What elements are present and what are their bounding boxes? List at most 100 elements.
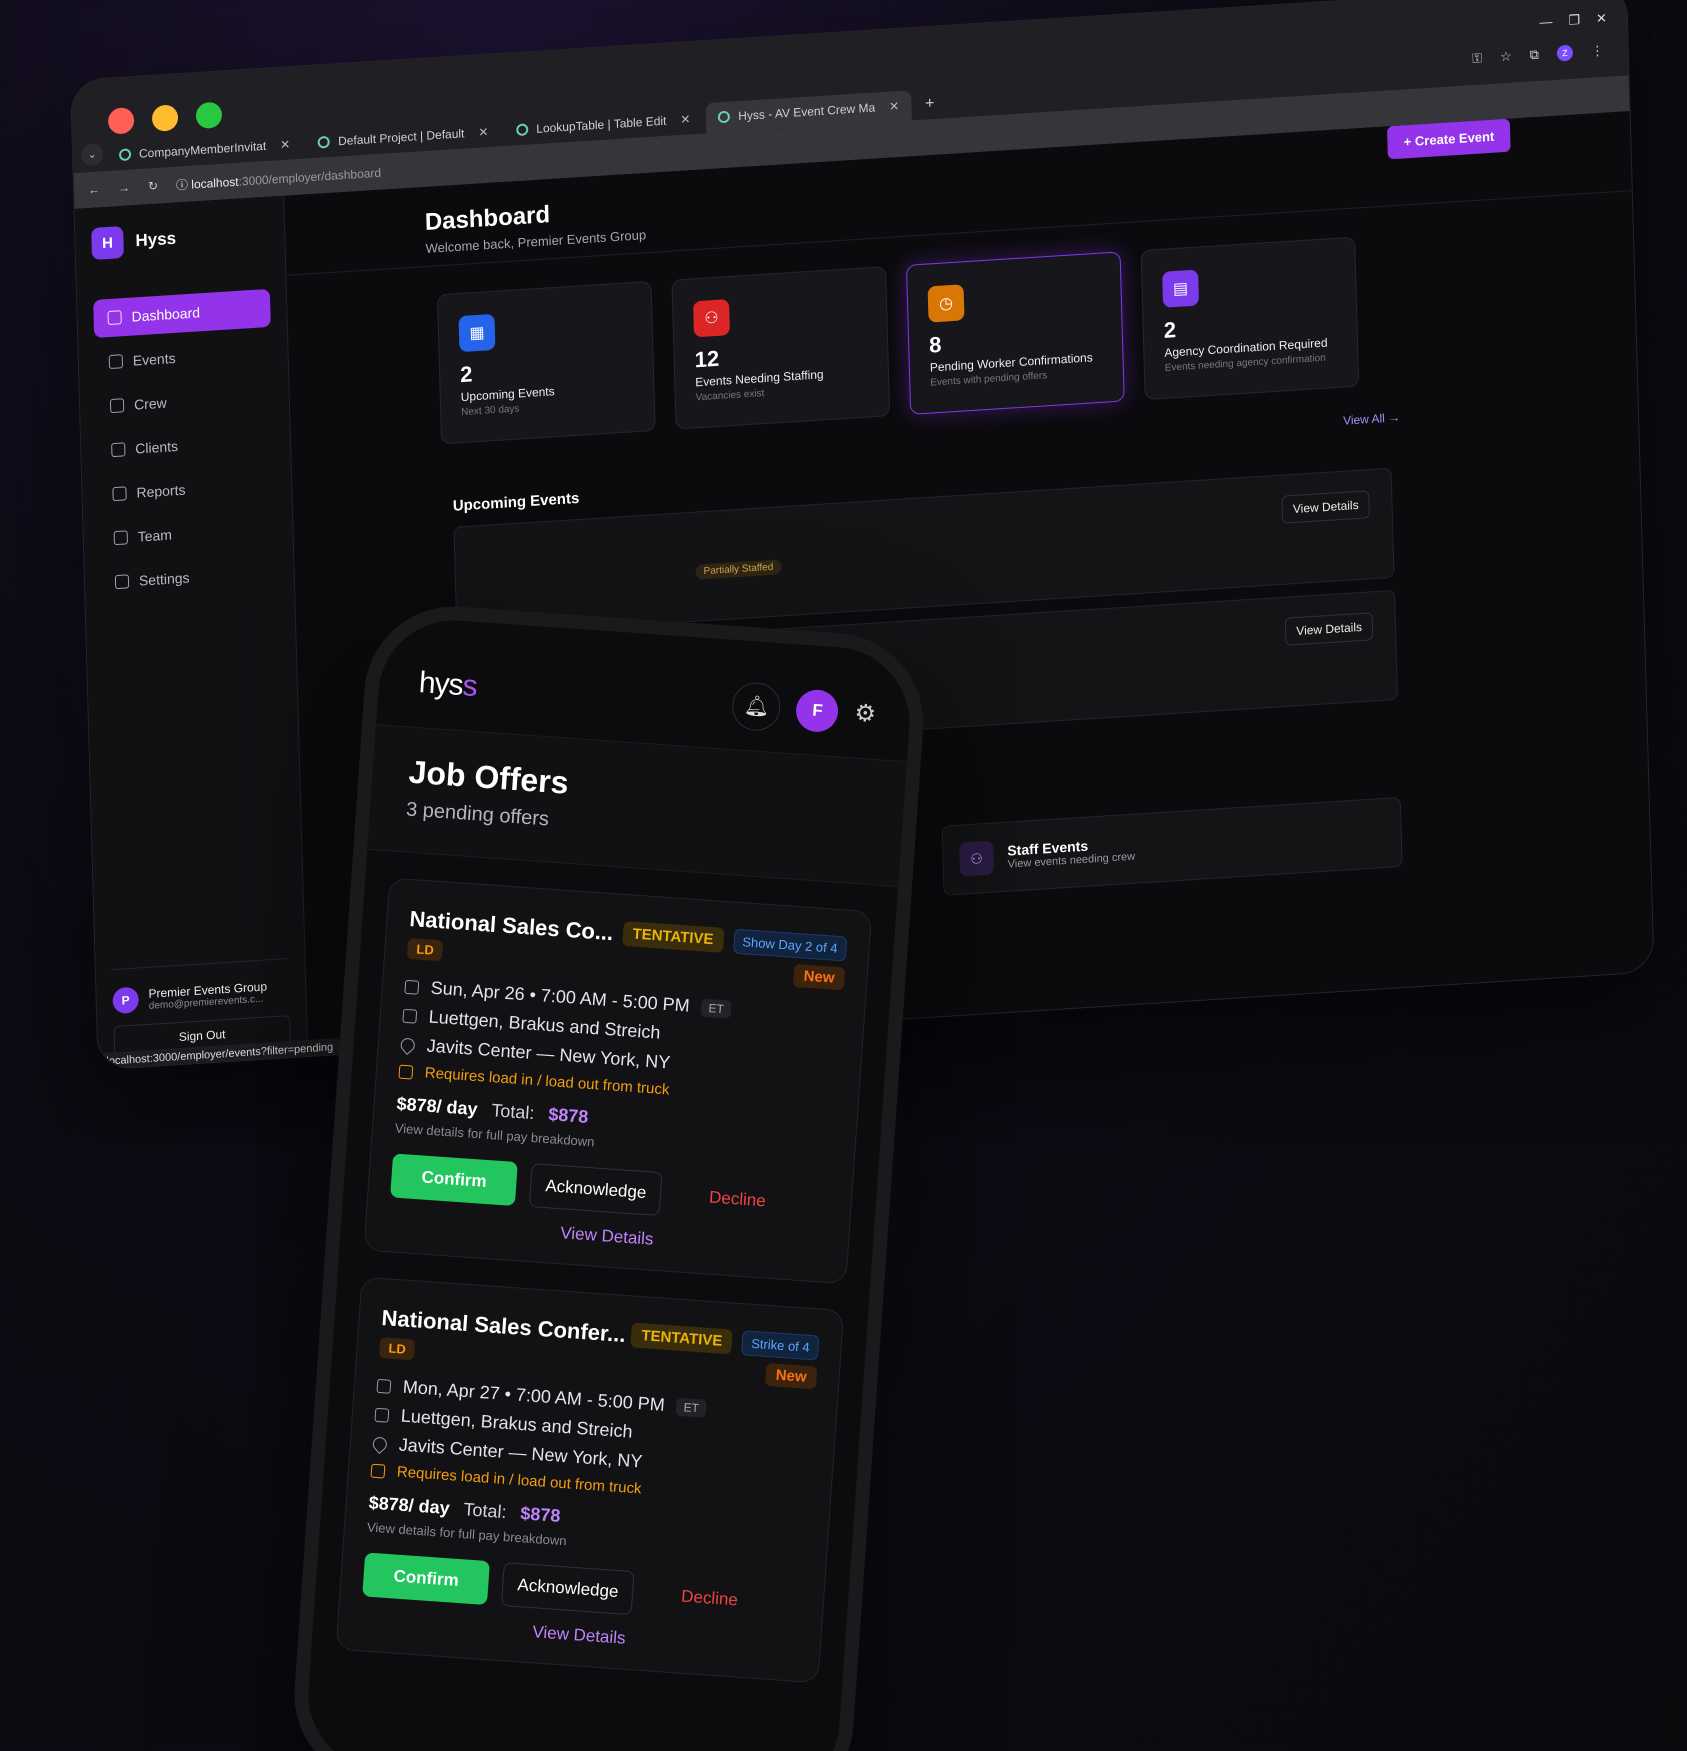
chevron-down-icon[interactable]: ⌄ bbox=[80, 143, 104, 167]
favicon-icon bbox=[516, 123, 529, 137]
sidebar-item-events[interactable]: Events bbox=[94, 333, 272, 382]
status-badge: TENTATIVE bbox=[630, 1322, 734, 1355]
total-label: Total: bbox=[462, 1499, 508, 1523]
brand-name: Hyss bbox=[135, 228, 177, 251]
day-badge: Show Day 2 of 4 bbox=[732, 928, 848, 962]
calendar-icon bbox=[404, 979, 420, 995]
stat-card-agency[interactable]: ▤ 2 Agency Coordination Required Events … bbox=[1140, 236, 1360, 401]
avatar[interactable]: F bbox=[795, 687, 840, 733]
section-title: Upcoming Events bbox=[452, 489, 580, 515]
brand[interactable]: H Hyss bbox=[91, 217, 269, 260]
confirm-button[interactable]: Confirm bbox=[390, 1153, 519, 1207]
extensions-icon[interactable]: ⧉ bbox=[1529, 47, 1539, 64]
sidebar-item-clients[interactable]: Clients bbox=[97, 421, 275, 470]
location-pin-icon bbox=[397, 1034, 418, 1055]
offer-card: National Sales Confer... LD TENTATIVE St… bbox=[335, 1276, 845, 1684]
department-badge: LD bbox=[378, 1336, 416, 1361]
total-amount: $878 bbox=[519, 1503, 562, 1526]
user-profile[interactable]: P Premier Events Group demo@premierevent… bbox=[111, 958, 290, 1015]
sidebar-item-reports[interactable]: Reports bbox=[98, 465, 276, 514]
close-tab-icon[interactable]: ✕ bbox=[889, 99, 899, 114]
view-details-button[interactable]: View Details bbox=[1281, 490, 1370, 524]
close-tab-icon[interactable]: ✕ bbox=[478, 125, 488, 140]
sidebar-item-label: Crew bbox=[133, 394, 167, 413]
close-icon[interactable]: ✕ bbox=[1596, 10, 1607, 27]
logo-accent: s bbox=[461, 668, 478, 703]
maximize-window-button[interactable] bbox=[195, 101, 223, 130]
gear-icon bbox=[114, 574, 130, 590]
brand-logo-icon: H bbox=[91, 225, 124, 260]
day-rate: $878/ day bbox=[368, 1492, 451, 1519]
minimize-window-button[interactable] bbox=[151, 104, 179, 132]
sidebar-item-dashboard[interactable]: Dashboard bbox=[93, 288, 271, 338]
bell-icon[interactable]: 🔔︎ bbox=[731, 680, 783, 732]
gear-icon[interactable]: ⚙ bbox=[853, 699, 877, 729]
url-host: localhost bbox=[191, 174, 239, 192]
chart-icon bbox=[112, 486, 127, 502]
close-window-button[interactable] bbox=[107, 107, 135, 135]
timezone-badge: ET bbox=[700, 998, 732, 1019]
decline-button[interactable]: Decline bbox=[708, 1188, 767, 1212]
close-tab-icon[interactable]: ✕ bbox=[680, 112, 690, 127]
stat-card-upcoming[interactable]: ▦ 2 Upcoming Events Next 30 days bbox=[436, 280, 656, 445]
tab-label: Hyss - AV Event Crew Ma bbox=[738, 100, 876, 124]
calendar-icon: ▦ bbox=[458, 313, 496, 353]
total-label: Total: bbox=[490, 1100, 536, 1124]
sidebar-item-label: Settings bbox=[138, 569, 190, 589]
sidebar: H Hyss Dashboard Events Crew Clients Rep… bbox=[74, 195, 342, 1071]
profile-icon[interactable]: Z bbox=[1556, 44, 1574, 62]
building-icon bbox=[111, 442, 126, 458]
sidebar-item-label: Dashboard bbox=[131, 304, 201, 325]
sidebar-item-label: Team bbox=[137, 526, 173, 545]
acknowledge-button[interactable]: Acknowledge bbox=[528, 1163, 663, 1217]
timezone-badge: ET bbox=[676, 1397, 707, 1418]
users-icon: ⚇ bbox=[693, 299, 730, 338]
close-tab-icon[interactable]: ✕ bbox=[280, 137, 290, 152]
truck-icon bbox=[398, 1064, 414, 1080]
favicon-icon bbox=[718, 110, 731, 124]
acknowledge-button[interactable]: Acknowledge bbox=[501, 1562, 635, 1616]
logo-text: hys bbox=[417, 665, 464, 702]
view-details-button[interactable]: View Details bbox=[1284, 612, 1374, 646]
building-icon bbox=[402, 1008, 418, 1024]
decline-button[interactable]: Decline bbox=[681, 1587, 739, 1611]
tab-label: LookupTable | Table Edit bbox=[536, 113, 667, 136]
total-amount: $878 bbox=[547, 1104, 590, 1127]
calendar-icon bbox=[376, 1378, 392, 1394]
minimize-icon[interactable]: — bbox=[1539, 14, 1552, 31]
offer-card: National Sales Co... LD TENTATIVE Show D… bbox=[363, 877, 873, 1285]
staff-events-card[interactable]: ⚇ Staff Events View events needing crew bbox=[941, 796, 1403, 896]
location-pin-icon bbox=[370, 1433, 390, 1454]
home-icon bbox=[107, 310, 122, 326]
star-icon[interactable]: ☆ bbox=[1500, 48, 1512, 65]
day-rate: $878/ day bbox=[395, 1093, 479, 1120]
back-icon[interactable]: ← bbox=[88, 182, 100, 197]
sidebar-item-label: Clients bbox=[135, 437, 179, 457]
sidebar-item-settings[interactable]: Settings bbox=[101, 553, 279, 602]
key-icon[interactable]: ⚿ bbox=[1472, 50, 1482, 67]
sidebar-item-label: Events bbox=[132, 349, 176, 369]
app-logo[interactable]: hyss bbox=[418, 666, 478, 704]
favicon-icon bbox=[118, 148, 132, 162]
phone-actions: 🔔︎ F ⚙ bbox=[731, 680, 878, 739]
new-badge: New bbox=[765, 1362, 818, 1390]
reload-icon[interactable]: ↻ bbox=[148, 179, 158, 194]
users-icon: ⚇ bbox=[959, 840, 994, 877]
sidebar-item-team[interactable]: Team bbox=[99, 509, 277, 558]
offer-name[interactable]: National Sales Confer... bbox=[381, 1305, 627, 1348]
calendar-icon bbox=[108, 354, 124, 370]
stat-card-pending[interactable]: ◷ 8 Pending Worker Confirmations Events … bbox=[905, 251, 1125, 415]
menu-icon[interactable]: ⋮ bbox=[1591, 43, 1604, 60]
users-icon bbox=[109, 398, 125, 414]
url-field[interactable]: ⓘ localhost:3000/employer/dashboard bbox=[176, 163, 382, 193]
view-all-link[interactable]: View All → bbox=[1343, 410, 1401, 459]
team-icon bbox=[113, 530, 128, 546]
sidebar-item-crew[interactable]: Crew bbox=[96, 377, 274, 426]
department-badge: LD bbox=[406, 937, 444, 962]
forward-icon[interactable]: → bbox=[118, 180, 130, 195]
restore-icon[interactable]: ❐ bbox=[1568, 12, 1580, 29]
new-tab-button[interactable]: + bbox=[915, 94, 945, 114]
tab-label: CompanyMemberInvitat bbox=[138, 138, 267, 161]
confirm-button[interactable]: Confirm bbox=[362, 1552, 491, 1606]
stat-card-staffing[interactable]: ⚇ 12 Events Needing Staffing Vacancies e… bbox=[671, 266, 891, 430]
